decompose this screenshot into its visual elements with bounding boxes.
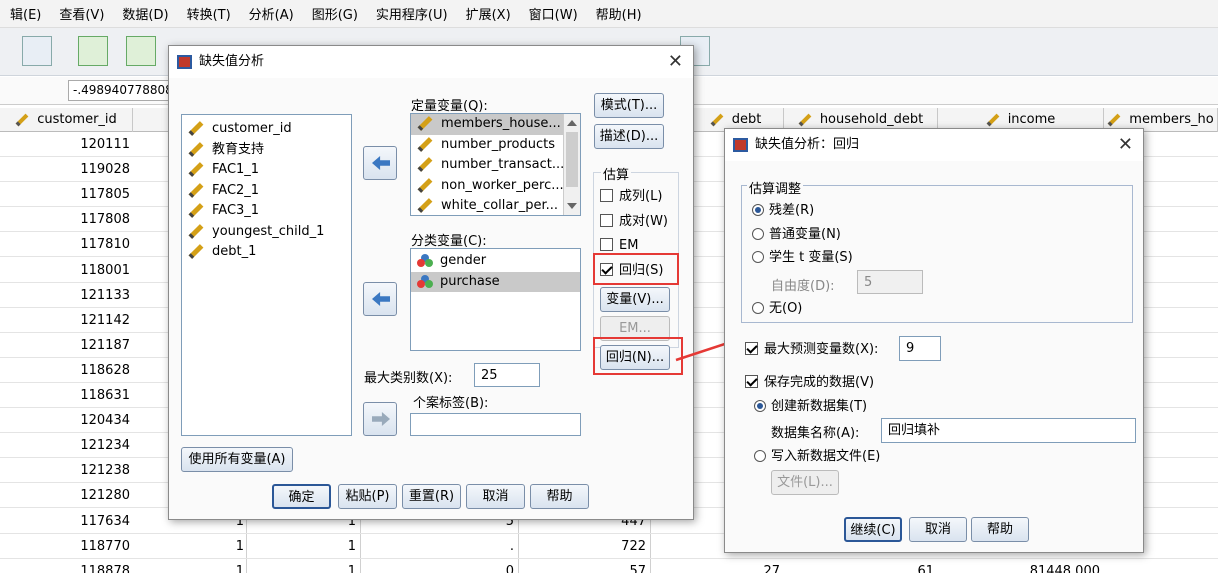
create-dataset-radio[interactable]: 创建新数据集(T) <box>754 399 867 415</box>
file-button[interactable]: 文件(L)... <box>771 470 839 495</box>
residual-radio[interactable]: 残差(R) <box>752 203 814 219</box>
max-predictors-input[interactable]: 9 <box>899 336 941 361</box>
cancel-button[interactable]: 取消 <box>909 517 967 542</box>
close-icon[interactable]: ✕ <box>1118 129 1133 161</box>
dataset-name-input[interactable]: 回归填补 <box>881 418 1136 443</box>
dataset-name-label: 数据集名称(A): <box>771 426 860 441</box>
help-button[interactable]: 帮助 <box>971 517 1029 542</box>
max-predictors-checkbox[interactable]: 最大预测变量数(X): <box>745 342 878 358</box>
save-completed-checkbox[interactable]: 保存完成的数据(V) <box>745 375 874 391</box>
regression-dialog: 缺失值分析：回归 ✕ 估算调整 残差(R) 普通变量(N) 学生 t 变量(S)… <box>724 128 1144 553</box>
normal-radio[interactable]: 普通变量(N) <box>752 227 841 243</box>
write-file-radio[interactable]: 写入新数据文件(E) <box>754 449 880 465</box>
continue-button[interactable]: 继续(C) <box>844 517 902 542</box>
none-radio[interactable]: 无(O) <box>752 301 802 317</box>
spss-icon <box>733 138 748 152</box>
group-title: 估算调整 <box>747 178 804 197</box>
df-input[interactable]: 5 <box>857 270 923 294</box>
student-t-radio[interactable]: 学生 t 变量(S) <box>752 250 853 266</box>
df-label: 自由度(D): <box>771 279 835 294</box>
dialog-title-bar: 缺失值分析：回归 ✕ <box>725 129 1143 161</box>
